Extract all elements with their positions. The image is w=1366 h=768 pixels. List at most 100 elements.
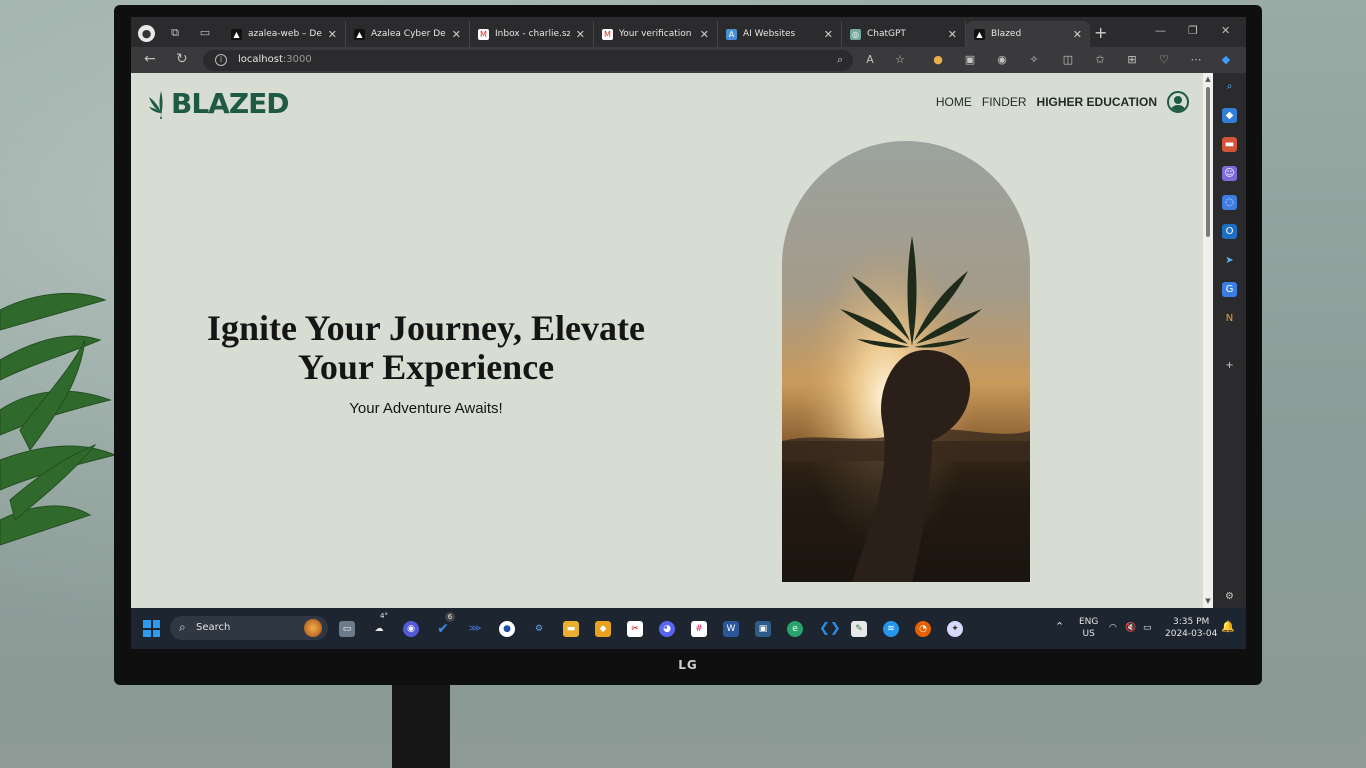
clock[interactable]: 3:35 PM 2024-03-04 [1165,616,1217,640]
workspaces-icon[interactable]: ⧉ [168,26,182,40]
sidebar-settings-icon[interactable]: ⚙ [1222,589,1237,604]
tab-blazed[interactable]: ▲ Blazed ✕ [966,21,1090,47]
restore-icon[interactable]: ❐ [1188,24,1198,37]
wifi-icon[interactable]: ◠ [1109,622,1117,634]
app-icon[interactable]: ✦ [947,621,963,637]
close-icon[interactable]: ✕ [576,28,585,41]
tab-title: Inbox - charlie.szafr [495,29,570,39]
notepad-icon[interactable]: ✎ [851,621,867,637]
browser-essentials-icon[interactable]: ♡ [1157,53,1171,67]
clock-time: 3:35 PM [1173,617,1210,627]
meet-icon[interactable]: ◉ [403,621,419,637]
tab-azalea-web[interactable]: ▲ azalea-web – Deplo ✕ [223,21,346,47]
refresh-icon[interactable]: ↻ [176,51,188,67]
copilot-icon[interactable]: ◆ [1219,53,1233,67]
url-text[interactable]: localhost:3000 [238,54,312,65]
lang-primary: ENG [1079,617,1099,627]
sourcetree-icon[interactable]: ◆ [595,621,611,637]
extension-check-icon[interactable]: ◉ [995,53,1009,67]
firefox-icon[interactable]: ◔ [915,621,931,637]
split-screen-icon[interactable]: ◫ [1061,53,1075,67]
language-indicator[interactable]: ENG US [1079,616,1098,640]
file-explorer-icon[interactable]: ▬ [563,621,579,637]
notifications-bell-icon[interactable]: 🔔 [1221,621,1235,633]
add-sidebar-icon[interactable]: + [1222,358,1237,373]
close-icon[interactable]: ✕ [328,28,337,41]
word-icon[interactable]: W [723,621,739,637]
favorite-star-icon[interactable]: ☆ [893,53,907,67]
todo-icon[interactable]: ✔ [435,621,451,637]
hero-subtitle: Your Adventure Awaits! [349,400,503,417]
tab-inbox[interactable]: M Inbox - charlie.szafr ✕ [470,21,594,47]
nav-higher-education[interactable]: HIGHER EDUCATION [1037,95,1157,109]
hero-image [782,141,1030,582]
new-tab-icon[interactable]: + [1094,23,1107,42]
remote-desktop-icon[interactable]: ▣ [755,621,771,637]
settings-gear-icon[interactable]: ⚙ [531,621,547,637]
tab-azalea-cyber[interactable]: ▲ Azalea Cyber Devel ✕ [346,21,470,47]
slack-icon[interactable]: # [691,621,707,637]
close-icon[interactable]: ✕ [948,28,957,41]
translate-icon[interactable]: G [1222,282,1237,297]
page-scrollbar[interactable]: ▲ ▼ [1203,73,1213,608]
scroll-down-icon[interactable]: ▼ [1204,597,1212,605]
notion-icon[interactable]: N [1222,311,1237,326]
close-icon[interactable]: ✕ [1073,28,1082,41]
edge-icon[interactable]: e [787,621,803,637]
close-icon[interactable]: ✕ [824,28,833,41]
copilot-circle-icon[interactable]: ◌ [1222,195,1237,210]
scroll-thumb[interactable] [1206,87,1210,237]
extension-cookie-icon[interactable]: ● [931,53,945,67]
zoom-icon[interactable]: ⌕ [833,53,847,67]
close-icon[interactable]: ✕ [700,28,709,41]
monitor-stand [392,680,450,768]
tab-verification[interactable]: M Your verification co ✕ [594,21,718,47]
discord-icon[interactable]: ◕ [659,621,675,637]
shopping-tag-icon[interactable]: ◆ [1222,108,1237,123]
address-bar[interactable]: i localhost:3000 ⌕ [203,50,853,71]
more-options-icon[interactable]: ⋯ [1189,53,1203,67]
taskbar-search[interactable]: ⌕ Search [170,616,328,640]
power-automate-icon[interactable]: ⋙ [467,621,483,637]
tab-ai-websites[interactable]: A AI Websites ✕ [718,21,842,47]
people-icon[interactable]: ☺ [1222,166,1237,181]
extensions-icon[interactable]: ✧ [1027,53,1041,67]
monitor-brand-logo: LG [678,658,698,672]
nav-home[interactable]: HOME [936,95,972,109]
show-hidden-icons-icon[interactable]: ⌃ [1055,621,1064,633]
vscode-icon[interactable]: ❮❯ [819,621,841,637]
signal-icon[interactable]: ● [499,621,515,637]
window-close-icon[interactable]: ✕ [1221,24,1230,37]
windows-start-icon[interactable] [143,620,160,637]
send-icon[interactable]: ➤ [1222,253,1237,268]
search-icon: ⌕ [179,620,186,634]
minimize-icon[interactable]: — [1155,24,1166,37]
favorites-icon[interactable]: ✩ [1093,53,1107,67]
tab-chatgpt[interactable]: ◎ ChatGPT ✕ [842,21,966,47]
search-highlight-icon [304,619,322,637]
back-icon[interactable]: ← [144,51,156,67]
tab-actions-icon[interactable]: ▭ [198,26,212,40]
snipping-tool-icon[interactable]: ✂ [627,621,643,637]
user-account-icon[interactable] [1167,91,1189,113]
volume-muted-icon[interactable]: 🔇 [1125,622,1136,634]
extension-k-icon[interactable]: ▣ [963,53,977,67]
search-icon[interactable]: ⌕ [1222,79,1237,94]
site-info-icon[interactable]: i [215,54,227,66]
collections-icon[interactable]: ⊞ [1125,53,1139,67]
weather-icon[interactable]: ☁ [371,621,387,637]
docker-icon[interactable]: ≋ [883,621,899,637]
read-aloud-icon[interactable]: A [863,53,877,67]
close-icon[interactable]: ✕ [452,28,461,41]
site-logo[interactable]: BLAZED [149,87,290,120]
battery-icon[interactable]: ▭ [1143,622,1152,634]
outlook-icon[interactable]: O [1222,224,1237,239]
gmail-icon: M [478,28,489,40]
profile-icon[interactable]: ● [138,25,155,42]
todo-badge: 6 [445,612,455,622]
scroll-up-icon[interactable]: ▲ [1204,75,1212,83]
tab-title: Your verification co [619,29,694,39]
task-view-icon[interactable]: ▭ [339,621,355,637]
nav-finder[interactable]: FINDER [982,95,1027,109]
tools-icon[interactable]: ▬ [1222,137,1237,152]
